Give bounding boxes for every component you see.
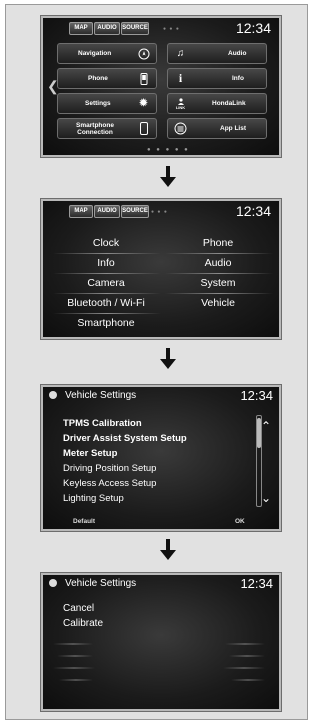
smartphone-icon <box>137 122 150 135</box>
background-decoration <box>229 655 265 657</box>
audio-button[interactable]: ♫ Audio <box>167 43 267 64</box>
page-indicator: ● ● ● ● ● <box>147 147 190 153</box>
list-item-keyless-access[interactable]: Keyless Access Setup <box>63 478 156 489</box>
screen-title: Vehicle Settings <box>65 390 137 401</box>
menu-item-smartphone[interactable]: Smartphone <box>51 317 161 329</box>
scrollbar-thumb[interactable] <box>257 418 261 448</box>
navigation-label: Navigation <box>78 50 112 57</box>
ok-button[interactable]: OK <box>235 518 245 525</box>
list-item-meter-setup[interactable]: Meter Setup <box>63 448 117 459</box>
calibrate-option[interactable]: Calibrate <box>63 618 103 629</box>
hondalink-icon-text: LINK <box>175 104 186 110</box>
clock: 12:34 <box>235 203 271 219</box>
vehicle-settings-screen: Vehicle Settings 12:34 TPMS Calibration … <box>41 385 281 531</box>
settings-dot-icon <box>49 391 57 399</box>
tab-audio[interactable]: AUDIO <box>94 205 120 218</box>
compass-icon <box>137 47 150 60</box>
divider <box>53 313 161 314</box>
gear-icon: ✹ <box>139 98 148 109</box>
tab-map[interactable]: MAP <box>69 205 93 218</box>
audio-label: Audio <box>228 50 247 57</box>
menu-item-info[interactable]: Info <box>51 257 161 269</box>
default-button[interactable]: Default <box>73 518 95 525</box>
menu-item-phone[interactable]: Phone <box>163 237 273 249</box>
hondalink-button[interactable]: LINK HondaLink <box>167 93 267 114</box>
background-decoration <box>57 655 93 657</box>
music-note-icon: ♫ <box>176 48 185 59</box>
background-decoration <box>225 643 265 645</box>
cancel-option[interactable]: Cancel <box>63 603 94 614</box>
divider <box>165 293 273 294</box>
tab-audio[interactable]: AUDIO <box>94 22 120 35</box>
clock: 12:34 <box>240 576 273 591</box>
app-list-label: App List <box>220 125 246 132</box>
list-item-driver-assist[interactable]: Driver Assist System Setup <box>63 433 187 444</box>
down-arrow-icon <box>160 539 176 561</box>
phone-label: Phone <box>88 75 108 82</box>
menu-item-system[interactable]: System <box>163 277 273 289</box>
title-bar: Vehicle Settings 12:34 <box>43 387 279 405</box>
tab-source[interactable]: SOURCE <box>121 22 149 35</box>
down-arrow-icon <box>160 166 176 188</box>
menu-item-camera[interactable]: Camera <box>51 277 161 289</box>
hondalink-label: HondaLink <box>212 100 246 107</box>
signal-indicator: ● ● ● <box>151 209 168 215</box>
status-bar: MAP AUDIO SOURCE ● ● ● 12:34 <box>43 18 279 38</box>
clock: 12:34 <box>235 20 271 36</box>
hondalink-icon: LINK <box>174 97 187 110</box>
settings-label: Settings <box>85 100 111 107</box>
title-bar: Vehicle Settings 12:34 <box>43 575 279 593</box>
background-decoration <box>53 667 95 669</box>
settings-button[interactable]: Settings ✹ <box>57 93 157 114</box>
info-icon: i <box>178 71 183 85</box>
settings-screen: MAP AUDIO SOURCE ● ● ● 12:34 Clock Info … <box>41 199 281 339</box>
scroll-down-icon[interactable]: ⌄ <box>259 491 273 505</box>
down-arrow-icon <box>160 348 176 370</box>
menu-item-clock[interactable]: Clock <box>51 237 161 249</box>
navigation-button[interactable]: Navigation <box>57 43 157 64</box>
background-decoration <box>223 667 265 669</box>
home-screen: MAP AUDIO SOURCE ● ● ● 12:34 ❮ Navigatio… <box>41 16 281 157</box>
smartphone-connection-label: Smartphone Connection <box>76 121 114 136</box>
tab-source[interactable]: SOURCE <box>121 205 149 218</box>
divider <box>53 253 161 254</box>
list-item-tpms-calibration[interactable]: TPMS Calibration <box>63 418 142 429</box>
tab-map[interactable]: MAP <box>69 22 93 35</box>
status-bar: MAP AUDIO SOURCE ● ● ● 12:34 <box>43 201 279 221</box>
phone-icon <box>137 72 150 85</box>
list-item-driving-position[interactable]: Driving Position Setup <box>63 463 156 474</box>
screen-title: Vehicle Settings <box>65 578 137 589</box>
divider <box>53 293 161 294</box>
divider <box>53 273 161 274</box>
app-list-button[interactable]: App List <box>167 118 267 139</box>
background-decoration <box>59 679 93 681</box>
divider <box>165 253 273 254</box>
menu-item-bluetooth-wifi[interactable]: Bluetooth / Wi-Fi <box>51 297 161 309</box>
signal-indicator: ● ● ● <box>163 26 180 32</box>
divider <box>165 273 273 274</box>
info-button[interactable]: i Info <box>167 68 267 89</box>
tpms-calibration-screen: Vehicle Settings 12:34 Cancel Calibrate <box>41 573 281 711</box>
phone-button[interactable]: Phone <box>57 68 157 89</box>
settings-dot-icon <box>49 579 57 587</box>
menu-item-audio[interactable]: Audio <box>163 257 273 269</box>
menu-item-vehicle[interactable]: Vehicle <box>163 297 273 309</box>
clock: 12:34 <box>240 388 273 403</box>
info-label: Info <box>232 75 244 82</box>
smartphone-connection-button[interactable]: Smartphone Connection <box>57 118 157 139</box>
list-item-lighting-setup[interactable]: Lighting Setup <box>63 493 124 504</box>
background-decoration <box>231 679 265 681</box>
app-list-icon <box>174 122 187 135</box>
background-decoration <box>53 643 93 645</box>
